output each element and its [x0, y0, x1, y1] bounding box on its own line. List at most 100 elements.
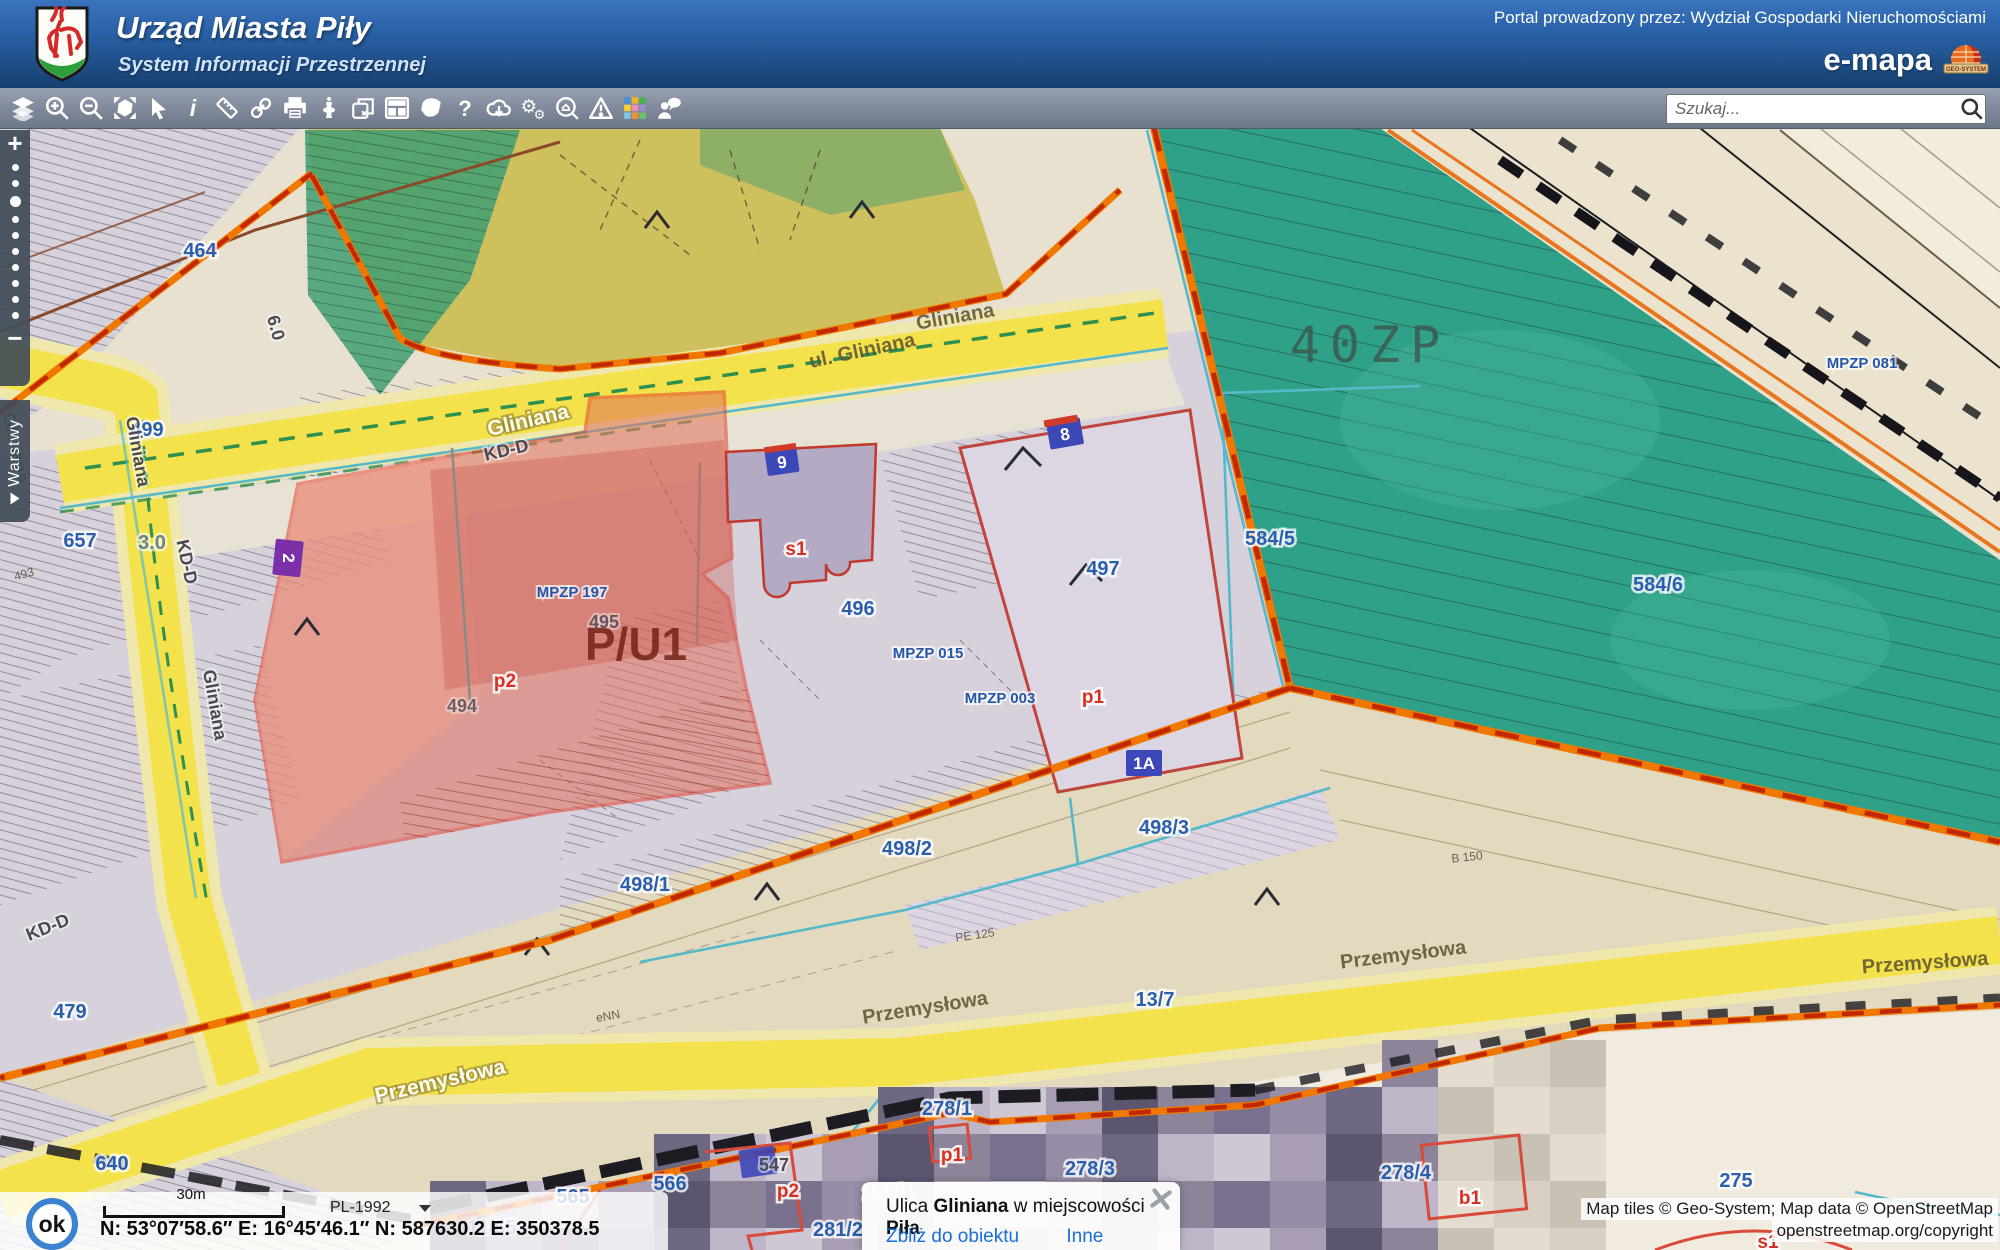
plan-label: MPZP 081 — [1827, 355, 1898, 372]
full-extent-icon[interactable] — [108, 91, 142, 125]
zoom-level-dot-current[interactable] — [10, 196, 21, 207]
svg-text:i: i — [190, 96, 197, 120]
point-label: p1 — [1082, 687, 1105, 708]
select-cursor-icon[interactable] — [142, 91, 176, 125]
address-label: 547 — [759, 1155, 789, 1175]
emapa-brand: e-mapa — [1823, 42, 1932, 78]
parcel-label: 640 — [95, 1153, 128, 1175]
parcel-label: 13/7 — [1136, 989, 1175, 1011]
info-icon[interactable]: i — [176, 91, 210, 125]
parcel-label: 584/6 — [1633, 574, 1683, 596]
close-icon[interactable] — [1148, 1186, 1174, 1212]
attribution-line1: Map tiles © Geo-System; Map data © OpenS… — [1581, 1198, 1998, 1220]
svg-text:?: ? — [458, 96, 471, 120]
parcel-label: 497 — [1086, 558, 1119, 580]
parcel-label: 584/5 — [1245, 528, 1295, 550]
report-problem-icon[interactable] — [584, 91, 618, 125]
plan-label: MPZP 015 — [893, 645, 964, 662]
settings-gears-icon[interactable]: ⚙⚙ — [516, 91, 550, 125]
zoom-level-slider — [10, 164, 21, 319]
zoom-out-icon[interactable] — [74, 91, 108, 125]
scale-bar — [103, 1206, 285, 1218]
legend-icon[interactable] — [618, 91, 652, 125]
plan-label: MPZP 197 — [537, 584, 608, 601]
coordinates-readout: N: 53°07′58.6″ E: 16°45′46.1″ N: 587630.… — [100, 1218, 600, 1241]
zoom-panel: + − — [0, 130, 30, 386]
city-crest-logo — [34, 6, 90, 82]
layers-tab-label: Warstwy — [6, 419, 24, 487]
search-area-icon[interactable] — [550, 91, 584, 125]
search-box — [1666, 94, 1986, 124]
parcel-label: 275 — [1719, 1170, 1752, 1192]
point-label: p2 — [494, 671, 516, 692]
search-input[interactable] — [1667, 99, 1959, 119]
parcel-label: 494 — [447, 696, 477, 716]
point-label: p1 — [941, 1145, 964, 1166]
copy-view-icon[interactable] — [346, 91, 380, 125]
ok-button[interactable]: ok — [26, 1198, 78, 1250]
zoom-level-dot[interactable] — [12, 312, 19, 319]
page-subtitle: System Informacji Przestrzennej — [118, 54, 426, 77]
zoom-in-button[interactable]: + — [7, 130, 22, 156]
other-actions-link[interactable]: Inne — [1066, 1226, 1103, 1247]
feature-popup: Ulica Gliniana w miejscowości Piła Zbliż… — [862, 1182, 1180, 1250]
address-label: 1A — [1133, 754, 1155, 773]
zone-label: P/U1 — [585, 618, 687, 670]
contact-person-icon[interactable] — [652, 91, 686, 125]
status-bar: ok 30m PL-1992 N: 53°07′58.6″ E: 16°45′4… — [0, 1192, 668, 1250]
parcel-label: 464 — [183, 240, 217, 262]
point-label: s1 — [785, 539, 807, 560]
layers-panel-tab[interactable]: Warstwy — [0, 400, 30, 522]
zoom-level-dot[interactable] — [12, 232, 19, 239]
zoom-level-dot[interactable] — [12, 216, 19, 223]
draw-area-icon[interactable] — [414, 91, 448, 125]
map-canvas[interactable]: 464 6.0 499 657 3.0 479 493 Gliniana Gli… — [0, 128, 2000, 1250]
parcel-label: 657 — [63, 530, 96, 552]
header-bar: Urząd Miasta Piły System Informacji Prze… — [0, 0, 2000, 88]
zoom-out-button[interactable]: − — [7, 325, 22, 351]
address-label: 2 — [279, 553, 298, 562]
zoom-level-dot[interactable] — [12, 248, 19, 255]
zoom-to-object-link[interactable]: Zbliż do obiektu — [886, 1226, 1019, 1247]
map-attribution: Map tiles © Geo-System; Map data © OpenS… — [1581, 1198, 1998, 1242]
zone-label: 40ZP — [1290, 316, 1450, 374]
dim-label: 3.0 — [138, 532, 166, 554]
crs-value: PL-1992 — [330, 1199, 391, 1217]
zoom-level-dot[interactable] — [12, 164, 19, 171]
geo-system-logo: GEO-SYSTEM — [1940, 44, 1992, 80]
zoom-in-icon[interactable] — [40, 91, 74, 125]
parcel-label: 278/4 — [1381, 1162, 1432, 1184]
parcel-label: 498/1 — [620, 874, 670, 896]
parcel-label: 278/1 — [922, 1098, 972, 1120]
point-label: p2 — [777, 1181, 799, 1202]
print-icon[interactable] — [278, 91, 312, 125]
point-label: b1 — [1459, 1188, 1482, 1209]
help-icon[interactable]: ? — [448, 91, 482, 125]
measure-icon[interactable] — [210, 91, 244, 125]
download-cloud-icon[interactable] — [482, 91, 516, 125]
crs-select[interactable]: PL-1992 — [330, 1196, 460, 1220]
layout-panels-icon[interactable] — [380, 91, 414, 125]
osm-copyright-link[interactable]: openstreetmap.org/copyright — [1777, 1221, 1993, 1240]
chevron-right-icon — [11, 493, 20, 505]
zoom-level-dot[interactable] — [12, 280, 19, 287]
parcel-label: 496 — [841, 598, 874, 620]
parcel-label: 479 — [53, 1001, 86, 1023]
scale-label: 30m — [103, 1186, 279, 1203]
portal-note: Portal prowadzony przez: Wydział Gospoda… — [1494, 8, 1986, 28]
svg-text:⚙: ⚙ — [534, 107, 546, 121]
layers-icon[interactable] — [6, 91, 40, 125]
chevron-down-icon — [419, 1205, 431, 1212]
zoom-level-dot[interactable] — [12, 296, 19, 303]
zoom-level-dot[interactable] — [12, 264, 19, 271]
link-icon[interactable] — [244, 91, 278, 125]
geo-system-label: GEO-SYSTEM — [1946, 67, 1986, 73]
app-window: 464 6.0 499 657 3.0 479 493 Gliniana Gli… — [0, 0, 2000, 1250]
parcel-label: 498/3 — [1139, 817, 1189, 839]
parcel-label: 498/2 — [882, 838, 932, 860]
zoom-level-dot[interactable] — [12, 180, 19, 187]
pin-icon[interactable] — [312, 91, 346, 125]
toolbar: i ? ⚙⚙ — [0, 88, 2000, 129]
search-icon[interactable] — [1959, 96, 1985, 122]
parcel-label: 278/3 — [1065, 1158, 1115, 1180]
